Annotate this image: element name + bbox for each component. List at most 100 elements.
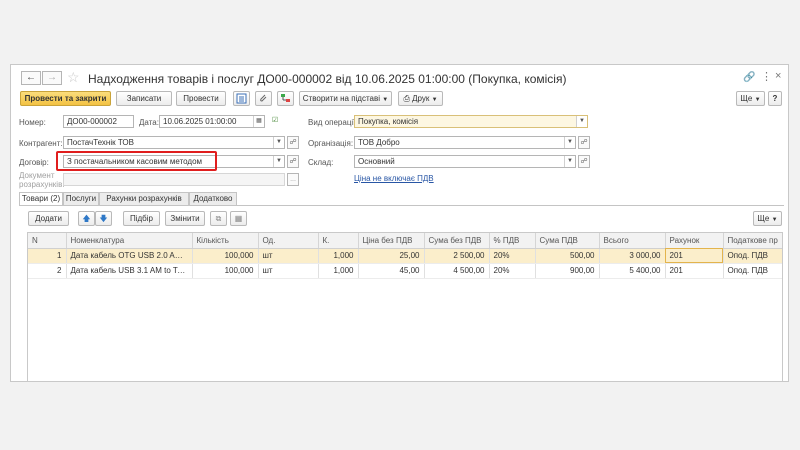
counterparty-field[interactable]: ПостачТехнік ТОВ ▼ bbox=[63, 136, 285, 149]
save-button[interactable]: Записати bbox=[116, 91, 172, 106]
table-row[interactable]: 1 Дата кабель OTG USB 2.0 AF to... 100,0… bbox=[28, 248, 782, 264]
open-link-icon[interactable]: ☍ bbox=[578, 136, 590, 149]
move-down-icon[interactable]: 🡇 bbox=[95, 211, 112, 226]
tab-services[interactable]: Послуги bbox=[63, 192, 99, 206]
table-cell[interactable]: 1 bbox=[28, 248, 67, 264]
number-field[interactable]: ДО00-000002 bbox=[63, 115, 134, 128]
create-based-on-dropdown[interactable]: Створити на підставі ▼ bbox=[299, 91, 392, 106]
table-cell[interactable]: 25,00 bbox=[358, 248, 425, 264]
back-arrow-icon[interactable]: ← bbox=[21, 71, 41, 85]
table-cell[interactable]: Дата кабель USB 3.1 AM to Typ... bbox=[66, 263, 193, 279]
open-link-icon[interactable]: ☍ bbox=[287, 155, 299, 168]
column-header[interactable]: N bbox=[28, 233, 67, 249]
table-cell[interactable]: Дата кабель OTG USB 2.0 AF to... bbox=[66, 248, 193, 264]
table-cell[interactable]: 5 400,00 bbox=[599, 263, 666, 279]
table-header-row: N Номенклатура Кількість Од. К. Ціна без… bbox=[28, 233, 782, 249]
add-row-button[interactable]: Додати bbox=[28, 211, 69, 226]
column-header[interactable]: Всього bbox=[599, 233, 666, 249]
table-cell[interactable]: 1,000 bbox=[318, 248, 359, 264]
table-grid-icon[interactable]: ▦ bbox=[230, 211, 247, 226]
goods-table: N Номенклатура Кількість Од. К. Ціна без… bbox=[27, 232, 783, 382]
chevron-down-icon[interactable]: ▼ bbox=[576, 116, 587, 127]
table-more-label: Ще bbox=[757, 214, 770, 223]
column-header[interactable]: Ціна без ПДВ bbox=[358, 233, 425, 249]
close-icon[interactable]: × bbox=[775, 70, 781, 82]
counterparty-value: ПостачТехнік ТОВ bbox=[67, 138, 134, 147]
table-cell[interactable]: шт bbox=[258, 263, 319, 279]
document-window: ← → ☆ Надходження товарів і послуг ДО00-… bbox=[10, 64, 789, 382]
open-link-icon[interactable]: ☍ bbox=[578, 155, 590, 168]
change-button[interactable]: Змінити bbox=[165, 211, 205, 226]
move-up-icon[interactable]: 🡅 bbox=[78, 211, 95, 226]
favorite-star-icon[interactable]: ☆ bbox=[67, 69, 80, 86]
chevron-down-icon: ▼ bbox=[382, 97, 389, 103]
table-cell[interactable]: 20% bbox=[489, 248, 536, 264]
organization-field[interactable]: ТОВ Добро ▼ bbox=[354, 136, 576, 149]
operation-type-select[interactable]: Покупка, комісія ▼ bbox=[354, 115, 588, 128]
print-label: Друк bbox=[412, 94, 430, 103]
table-cell[interactable]: Опод. ПДВ bbox=[723, 263, 782, 279]
table-cell[interactable]: 900,00 bbox=[535, 263, 600, 279]
counterparty-label: Контрагент: bbox=[19, 139, 63, 148]
operation-type-label: Вид операції: bbox=[308, 118, 358, 127]
date-value: 10.06.2025 01:00:00 bbox=[163, 117, 237, 126]
table-cell[interactable]: 201 bbox=[665, 263, 724, 279]
column-header[interactable]: Рахунок bbox=[665, 233, 724, 249]
column-header[interactable]: К. bbox=[318, 233, 359, 249]
attachment-icon[interactable] bbox=[255, 91, 272, 106]
link-icon[interactable]: 🔗 bbox=[743, 72, 755, 83]
warehouse-field[interactable]: Основний ▼ bbox=[354, 155, 576, 168]
copy-icon[interactable]: ⧉ bbox=[210, 211, 227, 226]
warehouse-value: Основний bbox=[358, 157, 395, 166]
table-cell[interactable]: 100,000 bbox=[192, 263, 259, 279]
tab-settlement-accounts[interactable]: Рахунки розрахунків bbox=[99, 192, 189, 206]
table-cell[interactable]: 2 bbox=[28, 263, 67, 279]
calendar-icon[interactable]: ▦ bbox=[253, 116, 264, 127]
column-header[interactable]: Од. bbox=[258, 233, 319, 249]
table-cell[interactable]: 1,000 bbox=[318, 263, 359, 279]
column-header[interactable]: Номенклатура bbox=[66, 233, 193, 249]
chevron-down-icon[interactable]: ▼ bbox=[564, 137, 575, 148]
table-cell[interactable]: 500,00 bbox=[535, 248, 600, 264]
column-header[interactable]: Кількість bbox=[192, 233, 259, 249]
table-more-dropdown[interactable]: Ще ▼ bbox=[753, 211, 782, 226]
print-dropdown[interactable]: ⎙ Друк ▼ bbox=[398, 91, 443, 106]
structure-icon[interactable] bbox=[277, 91, 294, 106]
settlement-document-label: Документ розрахунків: bbox=[19, 171, 65, 189]
chevron-down-icon[interactable]: ▼ bbox=[273, 137, 284, 148]
more-actions-dropdown[interactable]: Ще ▼ bbox=[736, 91, 765, 106]
tab-goods[interactable]: Товари (2) bbox=[19, 192, 63, 206]
table-cell[interactable]: 3 000,00 bbox=[599, 248, 666, 264]
table-cell[interactable]: шт bbox=[258, 248, 319, 264]
table-cell[interactable]: 100,000 bbox=[192, 248, 259, 264]
forward-arrow-icon[interactable]: → bbox=[42, 71, 62, 85]
table-cell[interactable]: 20% bbox=[489, 263, 536, 279]
table-cell-current[interactable]: 201 bbox=[665, 248, 724, 264]
help-button[interactable]: ? bbox=[768, 91, 782, 106]
create-based-label: Створити на підставі bbox=[302, 94, 381, 103]
post-and-close-button[interactable]: Провести та закрити bbox=[20, 91, 111, 106]
price-excludes-vat-link[interactable]: Ціна не включає ПДВ bbox=[354, 174, 434, 183]
chevron-down-icon[interactable]: ▼ bbox=[564, 156, 575, 167]
title-bar: ← → ☆ Надходження товарів і послуг ДО00-… bbox=[11, 65, 788, 91]
chevron-down-icon[interactable]: ▼ bbox=[273, 156, 284, 167]
table-cell[interactable]: 4 500,00 bbox=[424, 263, 490, 279]
table-cell[interactable]: 2 500,00 bbox=[424, 248, 490, 264]
column-header[interactable]: Сума ПДВ bbox=[535, 233, 600, 249]
column-header[interactable]: Сума без ПДВ bbox=[424, 233, 490, 249]
open-link-icon[interactable]: ☍ bbox=[287, 136, 299, 149]
post-button[interactable]: Провести bbox=[176, 91, 226, 106]
tab-additional[interactable]: Додатково bbox=[189, 192, 237, 206]
journal-entries-icon[interactable] bbox=[233, 91, 250, 106]
date-field[interactable]: 10.06.2025 01:00:00 ▦ bbox=[159, 115, 265, 128]
column-header[interactable]: % ПДВ bbox=[489, 233, 536, 249]
table-row[interactable]: 2 Дата кабель USB 3.1 AM to Typ... 100,0… bbox=[28, 263, 782, 279]
settlement-doc-label-line2: розрахунків: bbox=[19, 180, 65, 189]
ok-status-icon[interactable]: ☑ bbox=[269, 115, 281, 128]
printer-icon: ⎙ bbox=[403, 94, 410, 103]
more-menu-icon[interactable]: ⋮ bbox=[761, 70, 772, 83]
table-cell[interactable]: Опод. ПДВ bbox=[723, 248, 782, 264]
pick-button[interactable]: Підбір bbox=[123, 211, 160, 226]
column-header[interactable]: Податкове пр bbox=[723, 233, 782, 249]
table-cell[interactable]: 45,00 bbox=[358, 263, 425, 279]
